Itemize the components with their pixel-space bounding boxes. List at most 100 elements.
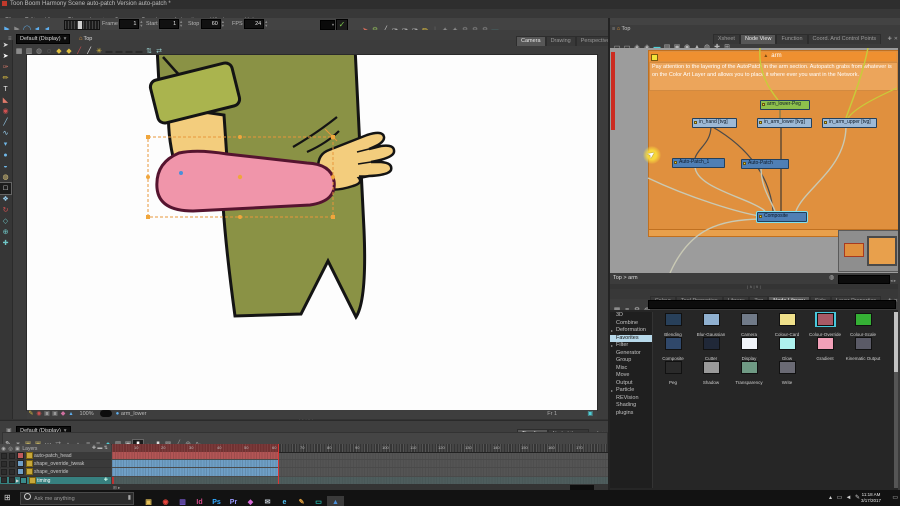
input-port[interactable]	[783, 100, 786, 101]
library-scrollbar[interactable]	[894, 312, 898, 488]
magnet-tool[interactable]: ◒	[0, 161, 11, 172]
fps-input[interactable]: 24	[244, 18, 265, 29]
library-category[interactable]: Generator	[610, 350, 652, 358]
library-node[interactable]: Colour-Override	[806, 312, 844, 337]
breadcrumb[interactable]: Top > arm	[613, 275, 638, 281]
layer-row[interactable]: ▶shape_override ✚	[0, 468, 111, 477]
node-view-canvas[interactable]: ▲ arm Pay attention to the layering of th…	[610, 48, 898, 273]
output-port[interactable]	[847, 127, 850, 128]
panel-tab[interactable]: Node View	[739, 34, 777, 44]
colour-status-icon[interactable]: ◆	[59, 410, 67, 419]
library-node[interactable]: Kinematic Output	[844, 336, 882, 361]
chrome-icon[interactable]: ◉	[157, 496, 174, 506]
library-node[interactable]: Display	[730, 336, 768, 361]
tray-expand-icon[interactable]: ▴	[826, 492, 835, 504]
frame-row[interactable]	[112, 476, 608, 484]
library-category[interactable]: Move	[610, 372, 652, 380]
library-node[interactable]: Composite	[654, 336, 692, 361]
shape-tool[interactable]: ◇	[0, 216, 11, 227]
output-port[interactable]	[783, 109, 786, 110]
output-port[interactable]	[780, 221, 783, 222]
home-icon[interactable]: ⌂	[617, 26, 620, 32]
graph-node[interactable]: arm_lower-Peg	[760, 100, 810, 110]
dropper-tool[interactable]: ▾	[0, 139, 11, 150]
select-tool[interactable]: ➤	[0, 40, 11, 51]
library-category[interactable]: REVision	[610, 395, 652, 403]
premiere-icon[interactable]: Pr	[225, 496, 242, 506]
library-node[interactable]: Shadow	[692, 360, 730, 385]
input-port[interactable]	[696, 158, 699, 159]
add-layer-icon[interactable]: ✚	[92, 445, 96, 451]
layer-enable-checkbox[interactable]	[9, 468, 15, 475]
graph-node[interactable]: Composite	[757, 212, 807, 222]
layer-enable-checkbox[interactable]	[9, 452, 15, 459]
input-port[interactable]	[763, 159, 766, 160]
start-input[interactable]: 1	[159, 18, 180, 29]
pencil-tool[interactable]: ✏	[0, 73, 11, 84]
grid-icon[interactable]: ▦	[14, 47, 24, 57]
frame-row[interactable]	[112, 452, 608, 461]
expand-icon[interactable]: ▶	[16, 478, 19, 483]
text-tool[interactable]: T	[0, 84, 11, 95]
output-port[interactable]	[782, 127, 785, 128]
stop-spinner[interactable]: ▲ ▼	[221, 19, 225, 28]
library-node[interactable]: Glow	[768, 336, 806, 361]
library-node[interactable]: Gradient	[806, 336, 844, 361]
input-port[interactable]	[780, 212, 783, 213]
library-category[interactable]: Combine	[610, 320, 652, 328]
graph-node[interactable]: in_arm_lower [tvg]	[757, 118, 812, 128]
tool-pill[interactable]	[100, 410, 113, 418]
layer-row[interactable]: ▶auto-patch_head ✚	[0, 452, 111, 461]
pencil-status-icon[interactable]: ✎	[27, 410, 35, 419]
indesign-icon[interactable]: Id	[191, 496, 208, 506]
panel-tab[interactable]: Coord. And Control Points	[807, 34, 882, 44]
stop-input[interactable]: 60	[200, 18, 221, 29]
paint-tool[interactable]: ◉	[0, 106, 11, 117]
start-button[interactable]: ⊞	[4, 493, 11, 503]
marquee-tool[interactable]: □	[0, 182, 12, 195]
node-search-input[interactable]	[838, 275, 890, 284]
frame-row[interactable]	[112, 460, 608, 469]
frame-spinner[interactable]: ▲ ▼	[139, 19, 143, 28]
paint-status-icon[interactable]: ◉	[35, 410, 43, 419]
library-category[interactable]: Favorites	[610, 334, 652, 342]
hand-tool[interactable]: ❖	[0, 194, 11, 205]
rotate-tool[interactable]: ↻	[0, 205, 11, 216]
node-navigator[interactable]	[838, 230, 898, 272]
frame-input[interactable]: 1	[119, 18, 140, 29]
ink-tool[interactable]: ●	[0, 150, 11, 161]
cortana-search[interactable]: Ask me anything ▮	[20, 492, 134, 505]
layer-visibility-checkbox[interactable]	[1, 460, 7, 467]
frame-row[interactable]	[112, 468, 608, 477]
layer-visibility-checkbox[interactable]	[1, 468, 7, 475]
photoshop-icon[interactable]: Ps	[208, 496, 225, 506]
render-view-icon[interactable]: ▣	[587, 410, 593, 419]
layer-colour-swatch[interactable]	[20, 476, 28, 484]
network-icon[interactable]: ▭	[835, 492, 844, 504]
output-port[interactable]	[763, 168, 766, 169]
brush-tool[interactable]: ✑	[0, 62, 11, 73]
remove-layer-icon[interactable]: ▬	[97, 445, 102, 451]
library-node[interactable]: Transparency	[730, 360, 768, 385]
harmony-app-icon[interactable]: ▲	[327, 496, 344, 506]
library-category[interactable]: Filter	[610, 342, 652, 350]
library-category[interactable]: plugins	[610, 410, 652, 418]
grid-status-icon-2[interactable]: ▣	[51, 410, 59, 419]
grid-status-icon[interactable]: ▣	[43, 410, 51, 419]
layer-visibility-checkbox[interactable]	[1, 477, 7, 484]
output-port[interactable]	[712, 127, 715, 128]
view-tab[interactable]: Drawing	[545, 36, 576, 46]
layer-name[interactable]: shape_override_tweak	[34, 461, 84, 467]
layer-visibility-checkbox[interactable]	[1, 452, 7, 459]
library-node[interactable]: Cutter	[692, 336, 730, 361]
layer-colour-swatch[interactable]	[17, 460, 24, 468]
file-explorer-icon[interactable]: ▣	[140, 496, 157, 506]
library-node[interactable]: Blending	[654, 312, 692, 337]
library-category[interactable]: Particle	[610, 387, 652, 395]
pivot-tool[interactable]: ⊕	[0, 227, 11, 238]
panel-add-icon[interactable]: ✚	[888, 36, 892, 42]
library-category[interactable]: Group	[610, 357, 652, 365]
stroke-tool[interactable]: ∿	[0, 128, 11, 139]
input-port[interactable]	[847, 118, 850, 119]
menu-icon[interactable]: ≡	[612, 26, 615, 32]
